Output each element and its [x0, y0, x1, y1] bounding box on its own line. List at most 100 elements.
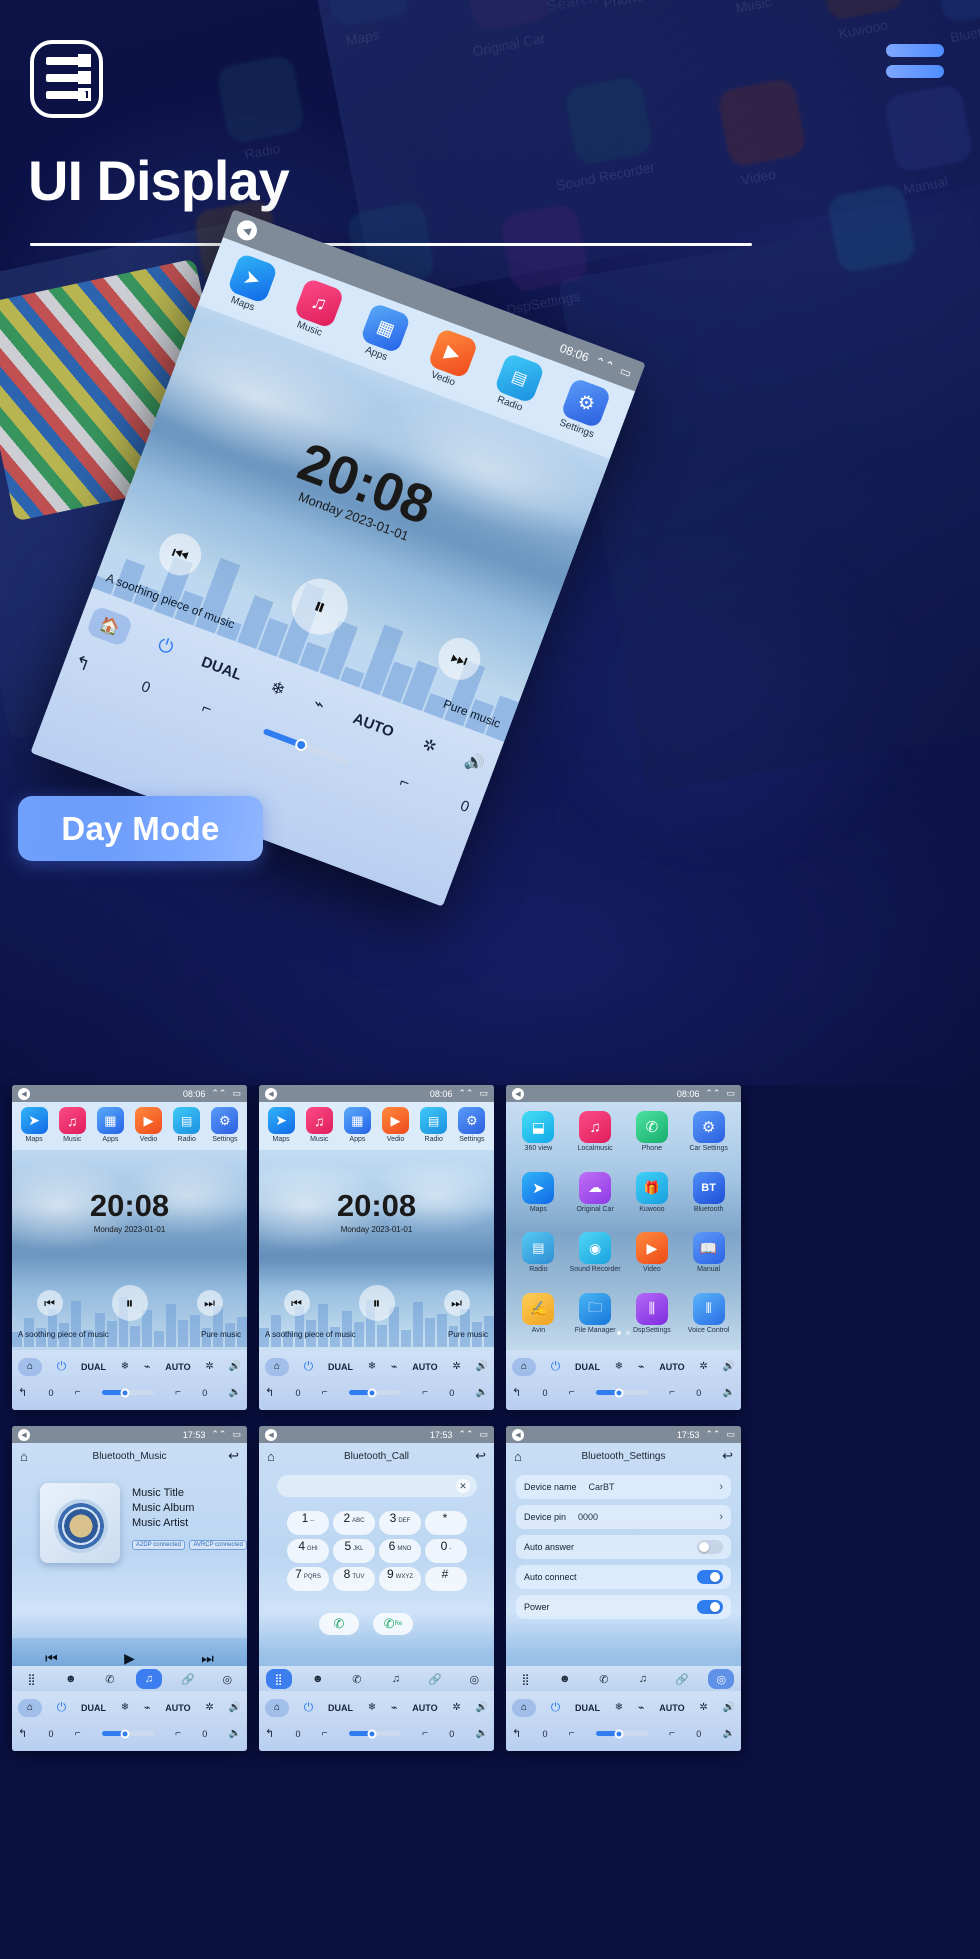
power-icon[interactable]: ⏻: [57, 1359, 67, 1374]
dock-item-vedio[interactable]: ▶ Vedio: [382, 1107, 410, 1143]
settings-icon[interactable]: ◎: [461, 1669, 487, 1689]
seat-icon[interactable]: ⌐: [199, 699, 214, 719]
skip-previous-icon[interactable]: ⏮: [45, 1650, 58, 1667]
call-button[interactable]: ✆: [319, 1613, 359, 1635]
fan-slider[interactable]: [595, 1729, 648, 1738]
heated-seat-icon[interactable]: ⌐: [175, 1387, 181, 1398]
home-icon[interactable]: ⌂: [265, 1357, 289, 1376]
thumbnail-home-1[interactable]: ◀ 08:06 ⌃⌃ ▭ ➤ Maps ♫ Music ▦ Apps ▶ Vedio ▤…: [12, 1085, 247, 1410]
dock-item-radio[interactable]: ▤ Radio: [420, 1107, 448, 1143]
volume-icon[interactable]: 🔊: [476, 1702, 488, 1713]
back-circle-icon[interactable]: ◀: [18, 1087, 30, 1100]
skip-next-icon[interactable]: ⏭: [432, 631, 487, 686]
dock-item-maps[interactable]: ➤ Maps: [222, 252, 278, 316]
auto-label[interactable]: AUTO: [659, 1362, 684, 1372]
thumbnail-bluetooth-settings[interactable]: ◀ 17:53 ⌃⌃ ▭ ⌂ Bluetooth_Settings ↩ Devi…: [506, 1426, 741, 1751]
power-icon[interactable]: ⏻: [57, 1700, 67, 1715]
heated-seat-icon[interactable]: ⌐: [422, 1387, 428, 1398]
dock-item-radio[interactable]: ▤ Radio: [489, 352, 546, 416]
music-icon[interactable]: ♫: [136, 1669, 163, 1689]
dock-item-apps[interactable]: ▦ Apps: [356, 302, 412, 366]
back-arrow-icon[interactable]: ↰: [18, 1386, 27, 1399]
dock-item-vedio[interactable]: ▶ Vedio: [135, 1107, 163, 1143]
auto-label[interactable]: AUTO: [165, 1362, 190, 1372]
setting-row-device-pin[interactable]: Device pin 0000 ›: [516, 1505, 731, 1529]
recents-icon[interactable]: ▭: [726, 1088, 735, 1099]
recents-icon[interactable]: ▭: [726, 1429, 735, 1440]
back-arrow-icon[interactable]: ↰: [512, 1386, 521, 1399]
fan-icon[interactable]: ✲: [699, 1702, 707, 1713]
skip-previous-icon[interactable]: ⏮: [283, 1290, 310, 1316]
power-toggle[interactable]: [697, 1600, 723, 1614]
pause-icon[interactable]: ⏸: [358, 1285, 395, 1321]
dial-key-9[interactable]: 9 WXYZ: [379, 1567, 421, 1591]
app-cell-bluetooth[interactable]: BT Bluetooth: [680, 1171, 737, 1227]
dock-item-music[interactable]: ♫ Music: [305, 1107, 333, 1143]
chevron-right-icon[interactable]: ›: [719, 1481, 723, 1493]
back-arrow-icon[interactable]: ↰: [265, 1386, 274, 1399]
volume-down-icon[interactable]: 🔈: [723, 1728, 735, 1739]
snowflake-icon[interactable]: ❄: [615, 1361, 623, 1372]
volume-down-icon[interactable]: 🔈: [723, 1387, 735, 1398]
volume-down-icon[interactable]: 🔈: [229, 1728, 241, 1739]
auto-answer-toggle[interactable]: [697, 1540, 723, 1554]
double-chevron-up-icon[interactable]: ⌃⌃: [458, 1429, 473, 1440]
home-icon[interactable]: ⌂: [20, 1449, 28, 1464]
home-icon[interactable]: ⌂: [18, 1357, 42, 1376]
fan-icon[interactable]: ✲: [699, 1361, 707, 1372]
rear-defrost-icon[interactable]: ⌁: [391, 1360, 398, 1373]
rear-defrost-icon[interactable]: ⌁: [311, 694, 327, 716]
volume-down-icon[interactable]: 🔈: [229, 1387, 241, 1398]
dock-item-maps[interactable]: ➤ Maps: [20, 1107, 48, 1143]
fan-slider[interactable]: [348, 1729, 401, 1738]
dock-item-settings[interactable]: ⚙ Settings: [556, 377, 612, 441]
fan-icon[interactable]: ✲: [420, 734, 440, 757]
music-icon[interactable]: ♫: [383, 1669, 409, 1689]
home-icon[interactable]: ⌂: [512, 1698, 536, 1717]
recents-icon[interactable]: ▭: [232, 1429, 241, 1440]
snowflake-icon[interactable]: ❄: [121, 1361, 129, 1372]
app-cell-manual[interactable]: 📖 Manual: [680, 1232, 737, 1287]
chevron-right-icon[interactable]: ›: [719, 1511, 723, 1523]
dual-label[interactable]: DUAL: [575, 1362, 600, 1372]
auto-label[interactable]: AUTO: [412, 1703, 437, 1713]
auto-label[interactable]: AUTO: [165, 1703, 190, 1713]
dual-label[interactable]: DUAL: [81, 1703, 106, 1713]
back-arrow-icon[interactable]: ↰: [512, 1727, 521, 1740]
contacts-icon[interactable]: ☻: [305, 1669, 331, 1689]
fan-icon[interactable]: ✲: [452, 1702, 460, 1713]
dial-key-5[interactable]: 5 JKL: [333, 1539, 375, 1563]
home-icon[interactable]: 🏠: [85, 605, 134, 648]
rear-defrost-icon[interactable]: ⌁: [638, 1360, 645, 1373]
dock-item-radio[interactable]: ▤ Radio: [173, 1107, 201, 1143]
fan-icon[interactable]: ✲: [452, 1361, 460, 1372]
dial-key-0[interactable]: 0-: [425, 1539, 467, 1563]
volume-down-icon[interactable]: 🔈: [476, 1387, 488, 1398]
play-icon[interactable]: ▶: [124, 1650, 135, 1667]
dual-label[interactable]: DUAL: [328, 1703, 353, 1713]
recents-icon[interactable]: ▭: [479, 1429, 488, 1440]
rear-defrost-icon[interactable]: ⌁: [638, 1701, 645, 1714]
settings-icon[interactable]: ◎: [708, 1669, 735, 1689]
snowflake-icon[interactable]: ❄: [615, 1702, 623, 1713]
home-icon[interactable]: ⌂: [265, 1698, 289, 1717]
app-cell-voice-control[interactable]: ⦀ Voice Control: [680, 1292, 737, 1348]
back-circle-icon[interactable]: ◀: [234, 217, 260, 244]
dial-key-8[interactable]: 8 TUV: [333, 1567, 375, 1591]
volume-icon[interactable]: 🔊: [462, 750, 488, 776]
dual-label[interactable]: DUAL: [199, 653, 244, 684]
app-cell-dspsettings[interactable]: ⫼ DspSettings: [624, 1292, 681, 1348]
setting-row-device-name[interactable]: Device name CarBT ›: [516, 1475, 731, 1499]
power-icon[interactable]: ⏻: [154, 634, 176, 660]
dock-item-music[interactable]: ♫ Music: [289, 277, 345, 341]
rear-defrost-icon[interactable]: ⌁: [144, 1701, 151, 1714]
app-cell-original-car[interactable]: ☁ Original Car: [567, 1171, 624, 1227]
pause-icon[interactable]: ⏸: [111, 1285, 148, 1321]
skip-next-icon[interactable]: ⏭: [201, 1650, 214, 1667]
back-circle-icon[interactable]: ◀: [512, 1087, 524, 1100]
back-arrow-icon[interactable]: ↰: [265, 1727, 274, 1740]
power-icon[interactable]: ⏻: [551, 1359, 561, 1374]
heated-seat-icon[interactable]: ⌐: [175, 1728, 181, 1739]
heated-seat-icon[interactable]: ⌐: [669, 1728, 675, 1739]
dial-key-6[interactable]: 6 MNO: [379, 1539, 421, 1563]
